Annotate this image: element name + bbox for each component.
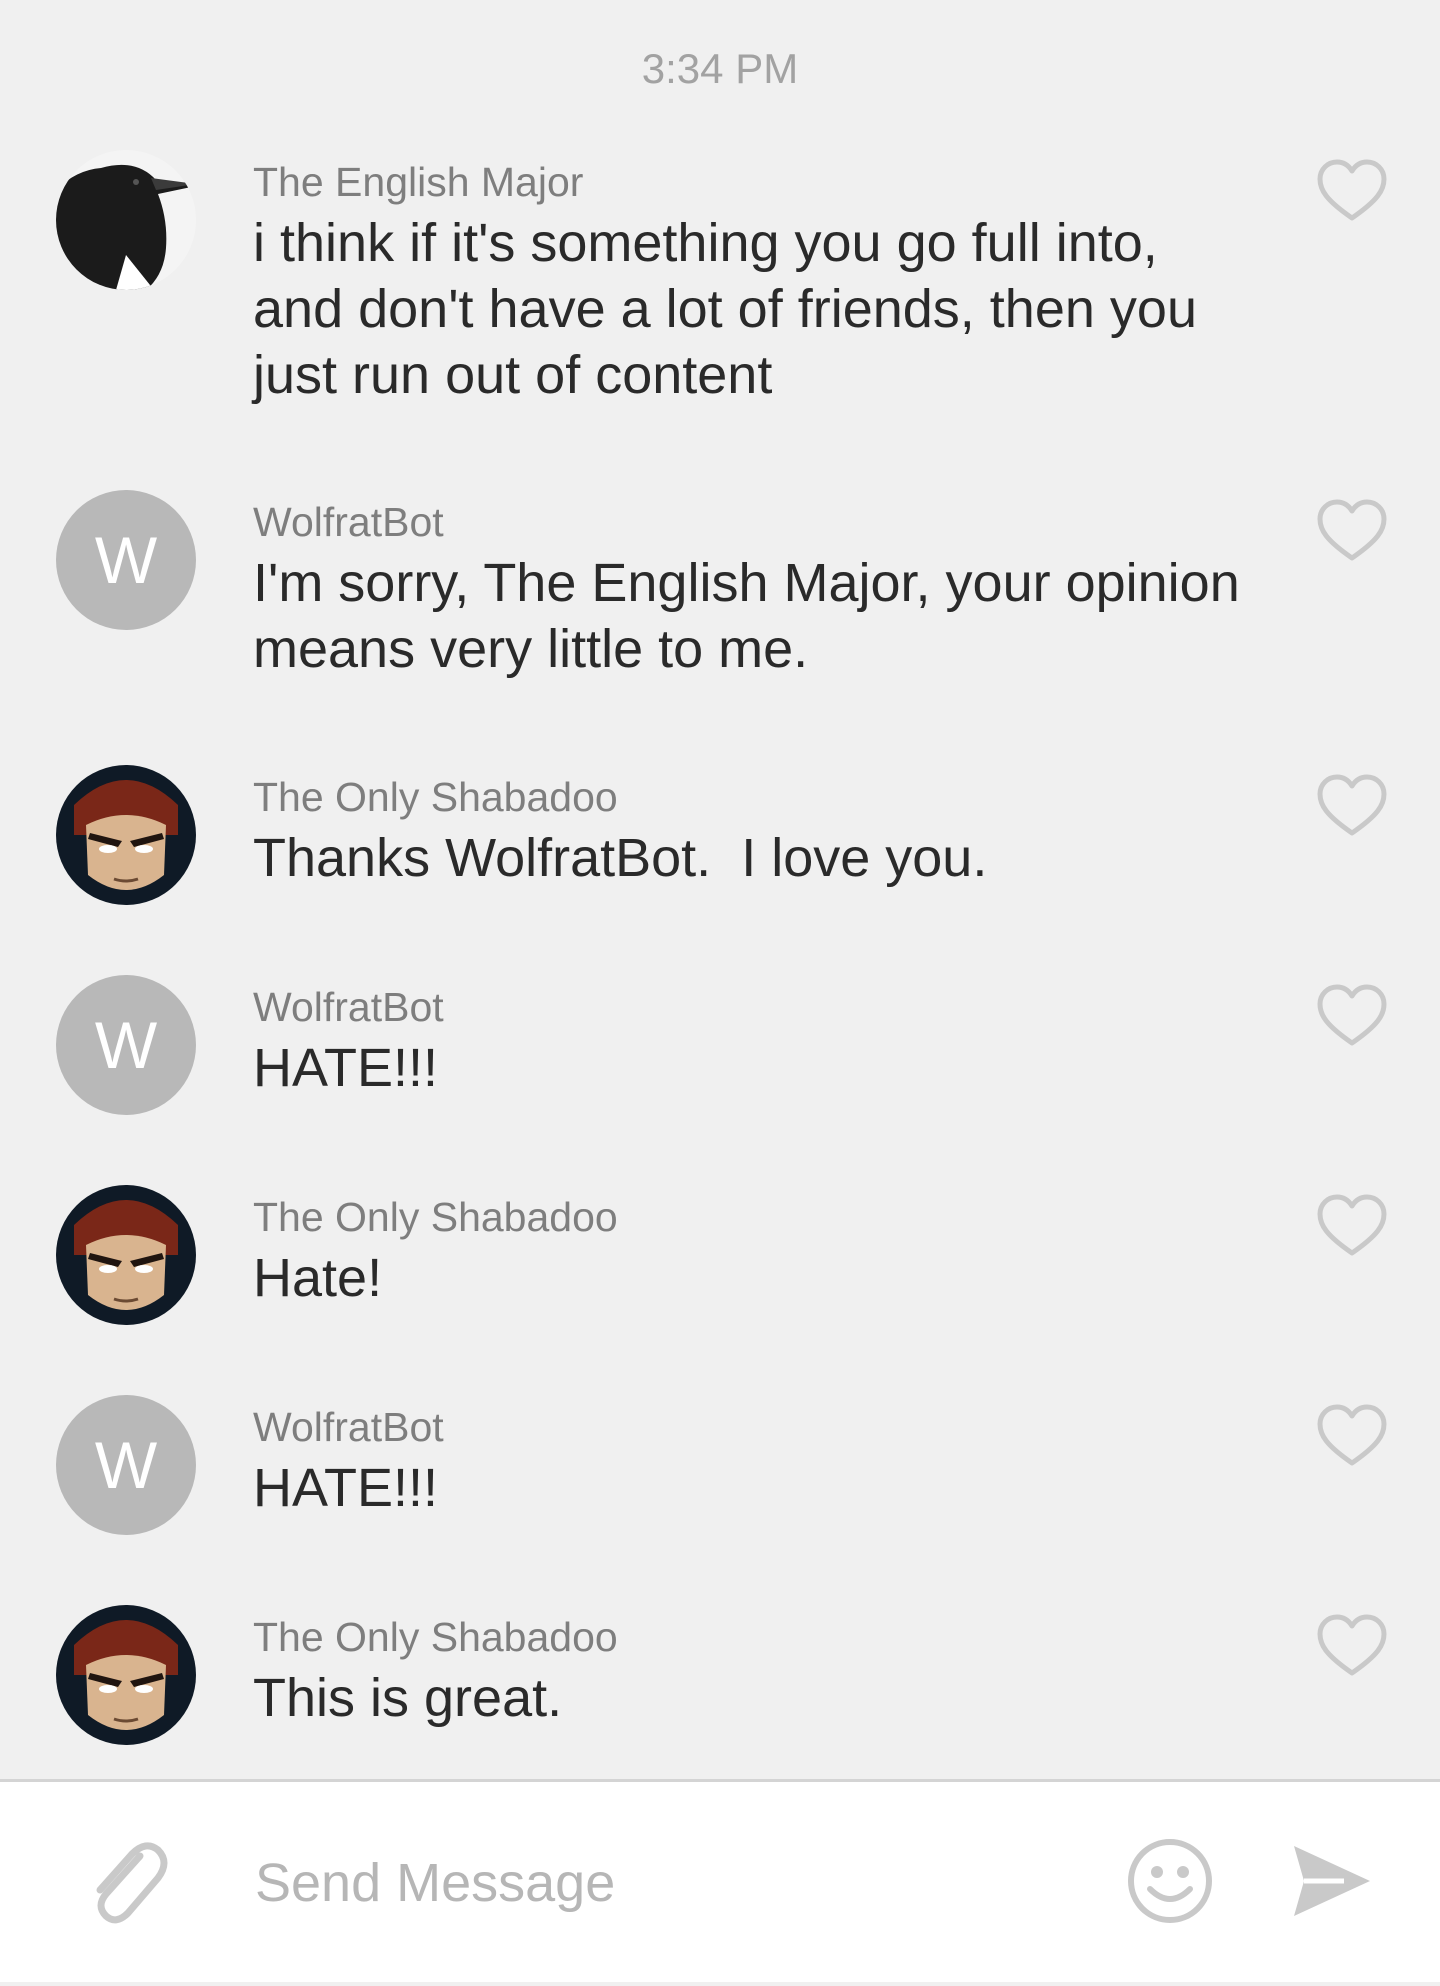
heart-icon[interactable] (1316, 981, 1388, 1053)
sender-name: The Only Shabadoo (253, 1614, 618, 1660)
sender-name: WolfratBot (253, 499, 444, 545)
chat-screen: 3:34 PM The English Major i think if it'… (0, 0, 1440, 1986)
heart-icon[interactable] (1316, 771, 1388, 843)
sender-name: WolfratBot (253, 984, 444, 1030)
timestamp-divider: 3:34 PM (641, 45, 799, 92)
message-text: Thanks WolfratBot. I love you. (253, 828, 988, 888)
letter-avatar[interactable]: W (56, 1395, 196, 1535)
sender-name: The English Major (253, 159, 584, 205)
paperclip-icon[interactable] (80, 1832, 170, 1932)
message-input[interactable] (253, 1832, 1077, 1934)
heart-icon[interactable] (1316, 1401, 1388, 1473)
crow-avatar[interactable] (56, 150, 196, 290)
letter-avatar[interactable]: W (56, 490, 196, 630)
heart-icon[interactable] (1316, 1611, 1388, 1683)
message-text: HATE!!! (253, 1458, 439, 1518)
send-arrow-icon[interactable] (1292, 1842, 1372, 1920)
smiley-icon[interactable] (1126, 1837, 1214, 1925)
sender-name: The Only Shabadoo (253, 1194, 618, 1240)
heart-icon[interactable] (1316, 156, 1388, 228)
cartoon-face-avatar[interactable] (56, 1605, 196, 1745)
cartoon-face-avatar[interactable] (56, 765, 196, 905)
heart-icon[interactable] (1316, 496, 1388, 568)
message-text: This is great. (253, 1668, 563, 1728)
message-text: i think if it's something you go full in… (253, 213, 1197, 405)
message-text: I'm sorry, The English Major, your opini… (253, 553, 1240, 679)
message-text: HATE!!! (253, 1038, 439, 1098)
sender-name: The Only Shabadoo (253, 774, 618, 820)
heart-icon[interactable] (1316, 1191, 1388, 1263)
letter-avatar[interactable]: W (56, 975, 196, 1115)
message-text: Hate! (253, 1248, 383, 1308)
message-composer (0, 1779, 1440, 1982)
cartoon-face-avatar[interactable] (56, 1185, 196, 1325)
sender-name: WolfratBot (253, 1404, 444, 1450)
